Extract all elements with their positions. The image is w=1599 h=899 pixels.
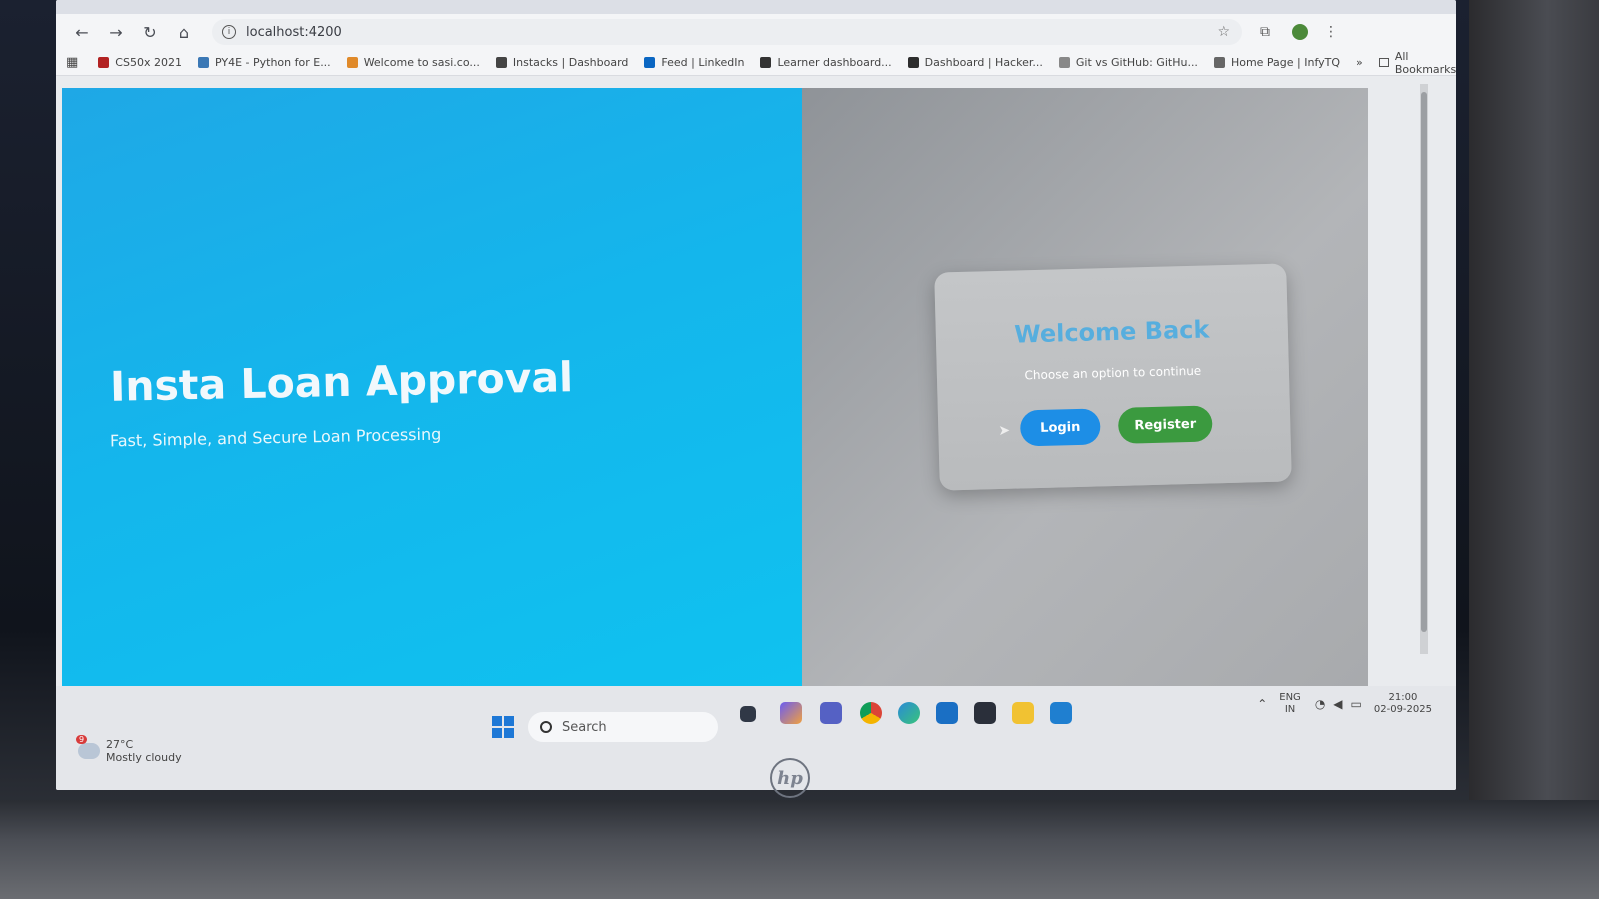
folder-icon	[1378, 58, 1389, 67]
system-tray: ⌃ ENG IN ◔ ◀ ▭ 21:00 02-09-2025	[1257, 692, 1432, 716]
bookmark-favicon-icon	[644, 57, 656, 68]
search-icon	[540, 721, 552, 733]
card-title: Welcome Back	[1013, 315, 1210, 349]
copilot-icon[interactable]	[780, 702, 802, 724]
bookmark-item[interactable]: PY4E - Python for E...	[197, 56, 331, 69]
app-page: Insta Loan Approval Fast, Simple, and Se…	[62, 88, 1368, 728]
battery-icon[interactable]: ▭	[1351, 697, 1362, 711]
more-bookmarks-button[interactable]: »	[1356, 56, 1363, 69]
weather-widget[interactable]: 9 27°C Mostly cloudy	[76, 735, 182, 764]
bookmark-favicon-icon	[1213, 57, 1225, 68]
scrollbar-thumb[interactable]	[1421, 92, 1427, 632]
file-explorer-icon[interactable]	[1012, 702, 1034, 724]
laptop-hinge	[0, 800, 1599, 899]
browser-tab-strip	[56, 0, 1456, 14]
clock[interactable]: 21:00 02-09-2025	[1374, 692, 1432, 716]
hero-subtitle: Fast, Simple, and Secure Loan Processing	[109, 424, 442, 451]
auth-panel: Welcome Back Choose an option to continu…	[802, 88, 1368, 728]
extensions-icon[interactable]: ⧉	[1252, 24, 1278, 40]
address-bar[interactable]: i localhost:4200 ☆	[212, 19, 1242, 45]
kebab-menu-icon[interactable]: ⋮	[1318, 24, 1344, 40]
profile-avatar[interactable]	[1292, 24, 1308, 40]
hero-title: Insta Loan Approval	[109, 353, 574, 411]
hero-panel: Insta Loan Approval Fast, Simple, and Se…	[62, 88, 802, 728]
room-background	[1469, 0, 1599, 820]
chevron-up-icon[interactable]: ⌃	[1257, 697, 1267, 711]
outlook-icon[interactable]	[936, 702, 958, 724]
back-arrow-icon[interactable]: ←	[68, 18, 96, 46]
task-view-icon[interactable]	[740, 706, 756, 722]
home-icon[interactable]: ⌂	[170, 18, 198, 46]
language-indicator[interactable]: ENG IN	[1279, 692, 1301, 716]
bookmark-item[interactable]: CS50x 2021	[98, 56, 182, 69]
wifi-icon[interactable]: ◔	[1315, 697, 1325, 711]
apps-grid-icon[interactable]: ▦	[66, 55, 78, 70]
mouse-cursor-icon: ➤	[998, 422, 1011, 440]
bookmark-item[interactable]: Learner dashboard...	[760, 56, 892, 69]
weather-description: Mostly cloudy	[106, 751, 182, 764]
windows-start-icon[interactable]	[492, 716, 514, 738]
register-button[interactable]: Register	[1117, 405, 1213, 444]
bookmark-item[interactable]: Git vs GitHub: GitHu...	[1058, 56, 1198, 69]
welcome-card: Welcome Back Choose an option to continu…	[934, 263, 1292, 491]
edge-icon[interactable]	[898, 702, 920, 724]
dropbox-icon[interactable]	[974, 702, 996, 724]
forward-arrow-icon[interactable]: →	[102, 18, 130, 46]
bookmark-favicon-icon	[495, 57, 507, 68]
site-info-icon[interactable]: i	[222, 25, 236, 39]
bookmarks-bar: ▦ CS50x 2021 PY4E - Python for E... Welc…	[56, 50, 1456, 76]
bookmark-item[interactable]: Welcome to sasi.co...	[346, 56, 480, 69]
laptop-screen: ← → ↻ ⌂ i localhost:4200 ☆ ⧉ ⋮ ▦ CS50x 2…	[56, 0, 1456, 790]
teams-icon[interactable]	[820, 702, 842, 724]
hp-logo: hp	[770, 758, 810, 798]
bookmark-favicon-icon	[346, 57, 358, 68]
browser-toolbar: ← → ↻ ⌂ i localhost:4200 ☆ ⧉ ⋮	[56, 14, 1456, 50]
bookmark-item[interactable]: Instacks | Dashboard	[495, 56, 628, 69]
cloud-icon: 9	[76, 735, 100, 759]
taskbar-search-box[interactable]: Search	[528, 712, 718, 742]
address-url: localhost:4200	[246, 24, 342, 40]
login-button[interactable]: Login	[1019, 408, 1101, 447]
weather-temperature: 27°C	[106, 738, 134, 751]
reload-icon[interactable]: ↻	[136, 18, 164, 46]
volume-icon[interactable]: ◀	[1333, 697, 1342, 711]
page-scrollbar[interactable]	[1420, 84, 1428, 654]
bookmark-item[interactable]: Feed | LinkedIn	[644, 56, 744, 69]
bookmark-item[interactable]: Dashboard | Hacker...	[907, 56, 1043, 69]
bookmark-item[interactable]: Home Page | InfyTQ	[1213, 56, 1340, 69]
weather-badge: 9	[76, 735, 88, 744]
bookmark-favicon-icon	[197, 57, 209, 68]
bookmark-favicon-icon	[1058, 57, 1070, 68]
chrome-icon[interactable]	[860, 702, 882, 724]
bookmark-star-icon[interactable]: ☆	[1217, 24, 1230, 40]
bookmark-favicon-icon	[98, 57, 110, 68]
windows-taskbar: 9 27°C Mostly cloudy Search ⌃ ENG IN ◔ ◀…	[56, 686, 1456, 790]
bookmark-favicon-icon	[907, 57, 919, 68]
bookmark-favicon-icon	[760, 57, 772, 68]
card-subtitle: Choose an option to continue	[1024, 363, 1202, 383]
vscode-icon[interactable]	[1050, 702, 1072, 724]
all-bookmarks-button[interactable]: All Bookmarks	[1378, 50, 1456, 76]
